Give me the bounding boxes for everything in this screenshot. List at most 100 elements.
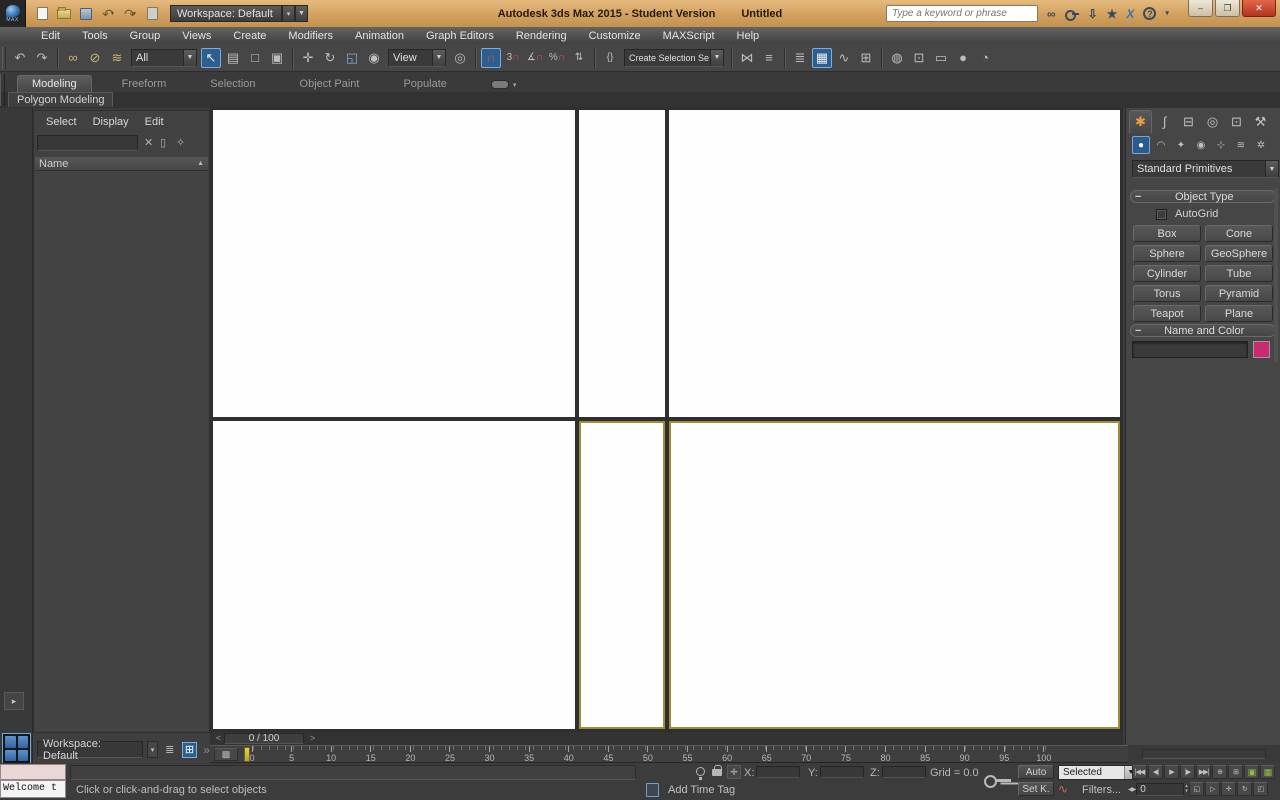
named-selection-dropdown[interactable]: Create Selection Se ▼ [624,48,724,67]
rectangular-selection-icon[interactable]: □ [245,48,265,68]
menu-item[interactable]: Help [726,30,771,42]
help-dropdown-icon[interactable]: ▾ [1165,10,1169,17]
schematic-view-icon[interactable]: ⊞ [856,48,876,68]
sign-in-key-icon[interactable] [1064,9,1079,21]
reference-coordinate-dropdown[interactable]: View ▼ [388,48,446,67]
search-icon[interactable]: ∞ [1047,8,1056,20]
maximize-viewport-icon[interactable]: ◰ [1252,782,1268,796]
select-link-icon[interactable]: ∞ [63,48,83,68]
viewport-bottom-middle-active[interactable] [579,421,665,729]
menu-item[interactable]: Animation [344,30,415,42]
utilities-tab-icon[interactable]: ⚒ [1249,110,1272,133]
primitive-button[interactable]: Plane [1205,305,1273,322]
go-to-end-button[interactable]: ▶▶| [1196,765,1211,779]
maxscript-listener-line[interactable]: Welcome t [0,780,66,798]
current-frame-field[interactable]: 0 [1136,782,1185,796]
primitive-button[interactable]: Sphere [1133,245,1201,262]
selection-filter-dropdown[interactable]: All ▼ [131,48,197,67]
time-slider-handle[interactable] [244,747,250,762]
menu-item[interactable]: Rendering [505,30,578,42]
pivot-center-icon[interactable]: ◎ [450,48,470,68]
workspace-dropdown-arrow-icon[interactable]: ▾ [147,741,158,758]
explorer-menu-item[interactable]: Select [46,116,77,128]
window-crossing-icon[interactable]: ▣ [267,48,287,68]
go-to-start-button[interactable]: |◀◀ [1132,765,1147,779]
viewport-bottom-right-active[interactable] [669,421,1120,729]
primitive-button[interactable]: Teapot [1133,305,1201,322]
field-of-view-icon[interactable]: ▷ [1204,782,1220,796]
auto-key-button[interactable]: Auto [1018,765,1054,779]
ribbon-tab[interactable]: Selection [196,76,269,92]
angle-snap-icon[interactable]: ∡ ∩ [525,48,545,68]
primitive-button[interactable]: Torus [1133,285,1201,302]
project-folder-button[interactable] [144,7,160,21]
select-manipulate-icon[interactable]: ◉ [364,48,384,68]
bind-spacewarp-icon[interactable]: ≋ [107,48,127,68]
spinner-snap-icon[interactable]: ⇅ [569,48,589,68]
viewport-layout-tab-button[interactable] [2,733,31,764]
set-key-button[interactable]: Set K. [1018,782,1054,796]
primitive-button[interactable]: Box [1133,225,1201,242]
rendered-frame-window-icon[interactable]: ▭ [931,48,951,68]
selection-set-dropdown[interactable]: Selected ▼ [1058,765,1138,780]
cameras-icon[interactable]: ◉ [1192,136,1210,154]
menu-item[interactable]: Modifiers [277,30,344,42]
menu-item[interactable]: Tools [71,30,119,42]
primitive-button[interactable]: Tube [1205,265,1273,282]
layer-manager-icon[interactable]: ≣ [790,48,810,68]
workspace-selector-arrow-icon[interactable]: ▾ [282,5,295,22]
menu-item[interactable]: Edit [30,30,71,42]
snap-3d-icon[interactable]: 3 ∩ [503,48,523,68]
app-store-icon[interactable]: ⇩ [1088,8,1098,20]
primitive-button[interactable]: Cylinder [1133,265,1201,282]
selection-filter-icon[interactable]: ✧ [176,136,185,149]
workspace-selector-value[interactable]: Workspace: Default [170,5,282,22]
orbit-icon[interactable]: ↻ [1236,782,1252,796]
sort-ascending-icon[interactable]: ▲ [197,160,204,167]
select-object-icon[interactable]: ↖ [201,47,221,68]
redo-icon[interactable]: ↷ [32,48,52,68]
minimize-button[interactable]: – [1188,0,1213,17]
key-mode-toggle-icon[interactable]: ◀▶ [1128,786,1136,793]
snaps-toggle-icon[interactable]: ∩ [481,47,501,68]
systems-icon[interactable]: ✲ [1252,136,1270,154]
pan-icon[interactable]: ✛ [1220,782,1236,796]
create-tab-icon[interactable]: ✱ [1129,110,1152,133]
select-scale-icon[interactable]: ◱ [342,48,362,68]
unlink-selection-icon[interactable]: ⊘ [85,48,105,68]
material-editor-icon[interactable]: ◍ [887,48,907,68]
explorer-menu-item[interactable]: Display [93,116,129,128]
exchange-icon[interactable]: X [1126,8,1134,20]
select-move-icon[interactable]: ✛ [298,48,318,68]
next-frame-arrow[interactable]: > [307,733,318,744]
set-keys-icon[interactable] [984,773,1014,789]
mirror-icon[interactable]: ⋈ [737,48,757,68]
primitive-button[interactable]: Pyramid [1205,285,1273,302]
named-selection-sets-icon[interactable]: {} [600,48,620,68]
ribbon-tab[interactable]: Populate [389,76,460,92]
explorer-search-input[interactable] [37,135,138,151]
spacewarps-icon[interactable]: ≋ [1232,136,1250,154]
render-iterative-icon[interactable]: ◔ [975,48,995,68]
primitive-category-dropdown[interactable]: Standard Primitives ▼ [1132,160,1279,178]
menu-item[interactable]: Group [119,30,172,42]
overflow-chevrons[interactable]: » [203,743,210,757]
isolate-selection-icon[interactable] [696,767,705,780]
maxscript-listener-macro-line[interactable] [0,764,66,780]
ribbon-grip[interactable] [0,92,5,106]
layers-stack-icon[interactable]: ≣ [162,742,178,758]
play-button[interactable]: ▶ [1164,765,1179,779]
hierarchy-tab-icon[interactable]: ⊟ [1177,110,1200,133]
scene-explorer-toggle-icon[interactable]: ⊞ [181,741,198,758]
motion-tab-icon[interactable]: ◎ [1201,110,1224,133]
polygon-modeling-panel-tab[interactable]: Polygon Modeling [8,92,114,107]
next-frame-button[interactable]: |▶ [1180,765,1195,779]
redo-button[interactable]: ↷ ▾ [122,7,138,21]
mini-curve-editor-button[interactable]: ▩ [214,748,238,761]
app-menu-button[interactable]: MAX [0,0,26,27]
help-icon[interactable]: ? [1143,7,1157,20]
ribbon-grip[interactable] [0,74,5,92]
redo-dropdown-icon[interactable]: ▾ [133,11,136,17]
ribbon-display-toggle[interactable]: ▾ [490,80,516,89]
render-setup-icon[interactable]: ⊡ [909,48,929,68]
